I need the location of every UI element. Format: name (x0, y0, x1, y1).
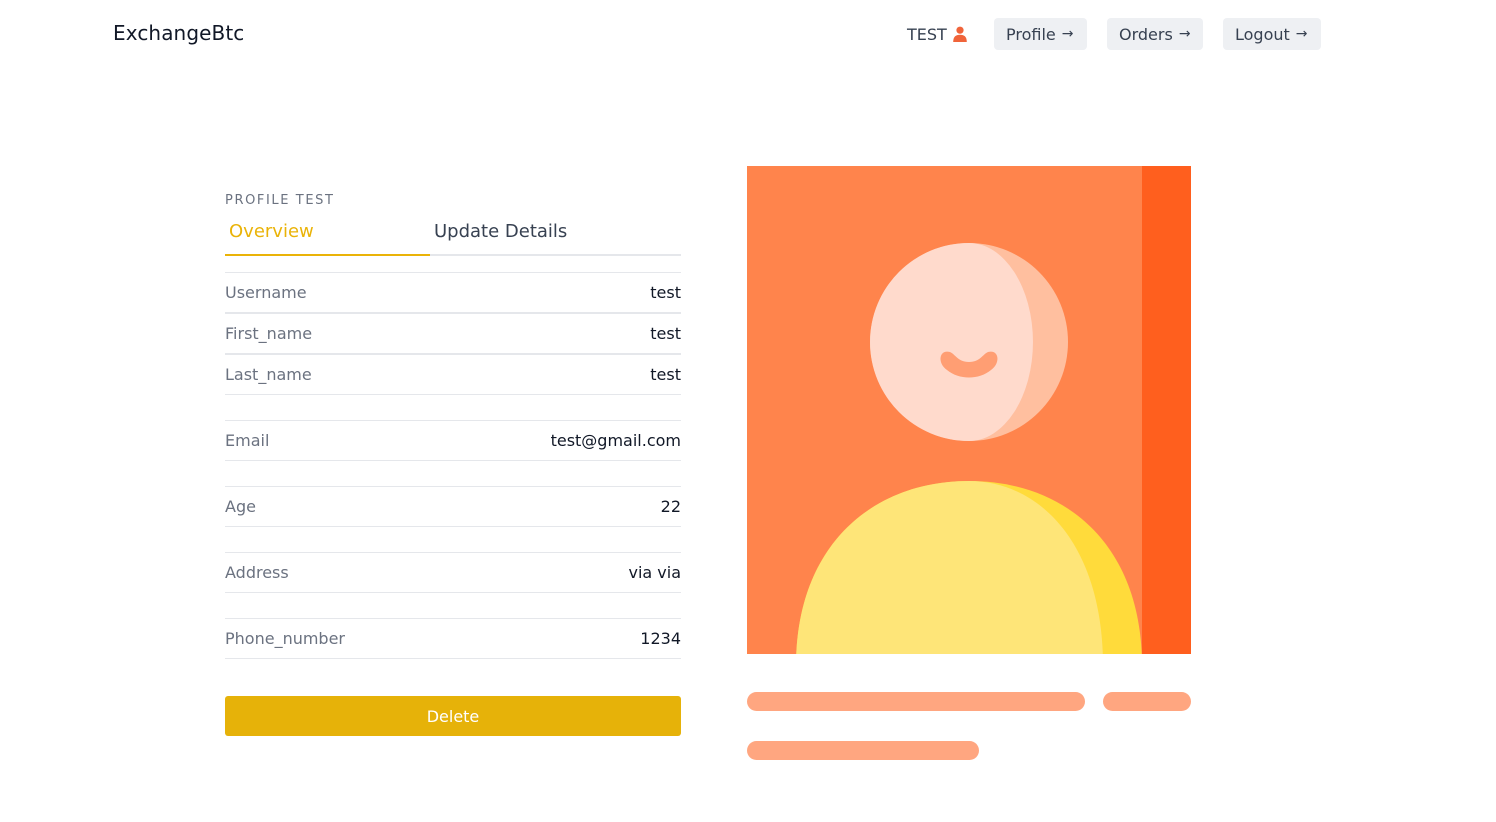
arrow-right-icon: → (1178, 26, 1191, 42)
field-label: Email (225, 431, 270, 450)
field-value: test@gmail.com (550, 431, 681, 450)
field-value: 22 (660, 497, 681, 516)
top-nav: TEST Profile → Orders → Logout → (0, 18, 1496, 50)
logout-nav-button[interactable]: Logout → (1223, 18, 1321, 50)
field-label: Last_name (225, 365, 312, 384)
field-value: test (650, 324, 681, 343)
field-row-first-name: First_name test (225, 313, 681, 354)
profile-kicker: PROFILE TEST (225, 193, 335, 208)
logout-nav-label: Logout (1235, 24, 1290, 44)
field-value: via via (628, 563, 681, 582)
field-row-last-name: Last_name test (225, 354, 681, 395)
user-icon (953, 26, 967, 42)
delete-button[interactable]: Delete (225, 696, 681, 736)
placeholder-bar (747, 692, 1085, 711)
field-row-phone-number: Phone_number 1234 (225, 618, 681, 659)
nav-user-label: TEST (907, 24, 947, 44)
illustration-strip (1142, 166, 1191, 654)
field-value: test (650, 283, 681, 302)
tab-overview[interactable]: Overview (225, 219, 430, 256)
nav-user[interactable]: TEST (907, 18, 968, 50)
profile-illustration (747, 166, 1191, 654)
field-value: 1234 (640, 629, 681, 648)
arrow-right-icon: → (1295, 26, 1308, 42)
profile-nav-button[interactable]: Profile → (994, 18, 1087, 50)
field-label: Age (225, 497, 256, 516)
tab-update-details[interactable]: Update Details (434, 219, 567, 256)
field-label: Username (225, 283, 307, 302)
field-row-email: Email test@gmail.com (225, 420, 681, 461)
field-label: Address (225, 563, 289, 582)
field-label: Phone_number (225, 629, 346, 648)
field-row-username: Username test (225, 272, 681, 313)
field-row-address: Address via via (225, 552, 681, 593)
placeholder-bar (747, 741, 979, 760)
orders-nav-button[interactable]: Orders → (1107, 18, 1203, 50)
profile-nav-label: Profile (1006, 24, 1056, 44)
placeholder-bar (1103, 692, 1191, 711)
profile-tabs: Overview Update Details (225, 219, 681, 256)
field-value: test (650, 365, 681, 384)
orders-nav-label: Orders (1119, 24, 1173, 44)
arrow-right-icon: → (1061, 26, 1074, 42)
field-label: First_name (225, 324, 313, 343)
field-row-age: Age 22 (225, 486, 681, 527)
